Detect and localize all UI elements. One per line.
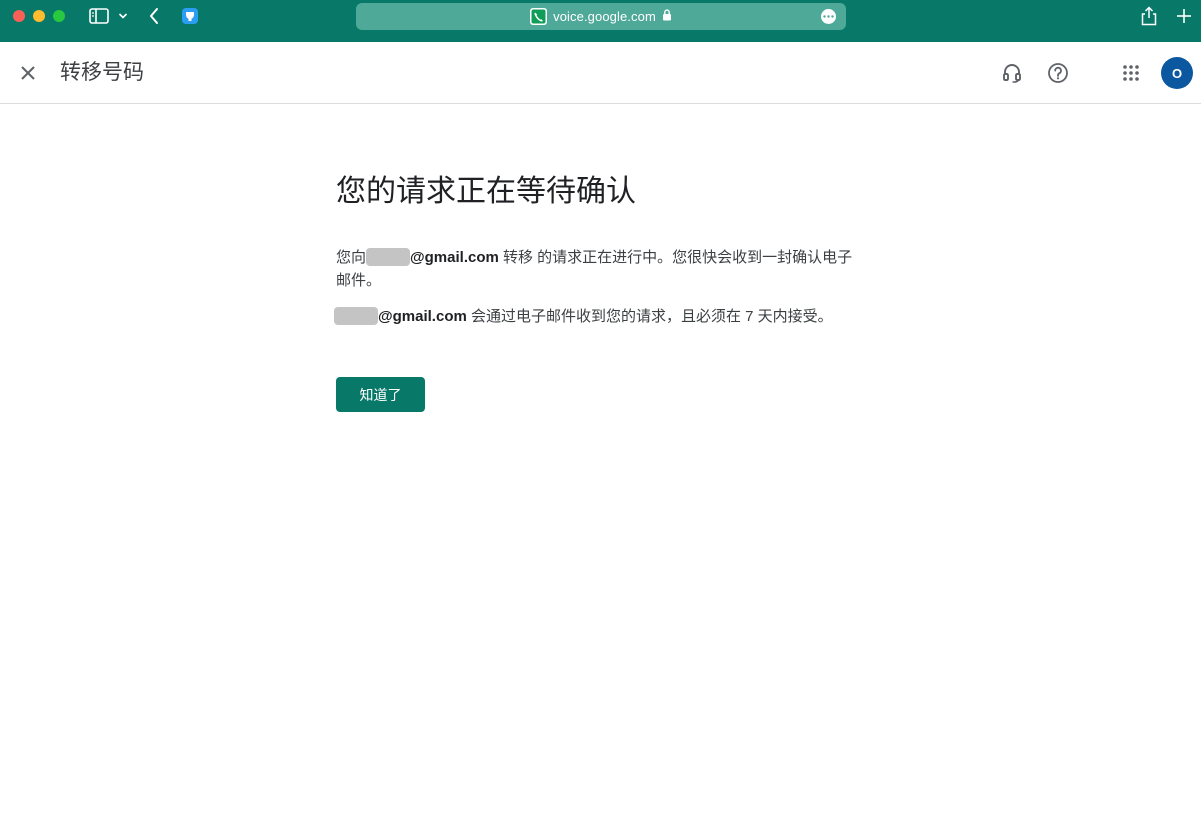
confirmation-panel: 您的请求正在等待确认 您向 @gmail.com 转移 的请求正在进行中。您很快会… xyxy=(334,170,866,412)
para2-suffix: 会通过电子邮件收到您的请求，且必须在 7 天内接受。 xyxy=(466,308,833,325)
apps-grid-icon[interactable] xyxy=(1119,61,1143,85)
voice-site-icon xyxy=(530,8,548,25)
app-header: 转移号码 O xyxy=(0,42,1201,104)
sidebar-icon[interactable] xyxy=(88,6,110,26)
back-arrow-icon[interactable] xyxy=(145,6,163,26)
minimize-window-button[interactable] xyxy=(33,10,45,22)
acceptance-info-text: @gmail.com 会通过电子邮件收到您的请求，且必须在 7 天内接受。 xyxy=(334,305,866,328)
confirmation-heading: 您的请求正在等待确认 xyxy=(336,175,636,208)
got-it-button[interactable]: 知道了 xyxy=(336,377,425,412)
redacted-email-user xyxy=(334,307,378,325)
email-domain: @gmail.com xyxy=(378,308,467,325)
headset-icon[interactable] xyxy=(1000,61,1024,85)
help-icon[interactable] xyxy=(1046,61,1070,85)
new-tab-icon[interactable] xyxy=(1174,6,1194,26)
zoom-window-button[interactable] xyxy=(53,10,65,22)
lock-icon xyxy=(662,8,672,26)
close-icon[interactable] xyxy=(16,61,40,85)
transfer-status-text: 您向 @gmail.com 转移 的请求正在进行中。您很快会收到一封确认电子邮件。 xyxy=(336,246,866,292)
account-avatar[interactable]: O xyxy=(1161,57,1193,89)
address-bar[interactable]: voice.google.com xyxy=(356,3,846,30)
url-text: voice.google.com xyxy=(553,9,656,24)
para1-prefix: 您向 xyxy=(336,249,367,266)
chevron-down-icon[interactable] xyxy=(116,6,130,26)
share-icon[interactable] xyxy=(1139,6,1159,26)
extension-icon[interactable] xyxy=(180,6,200,26)
email-domain: @gmail.com xyxy=(410,249,499,266)
browser-toolbar: voice.google.com xyxy=(0,0,1201,42)
close-window-button[interactable] xyxy=(13,10,25,22)
page-title: 转移号码 xyxy=(60,61,144,84)
redacted-email-user xyxy=(366,248,411,266)
more-options-icon[interactable] xyxy=(821,9,836,24)
